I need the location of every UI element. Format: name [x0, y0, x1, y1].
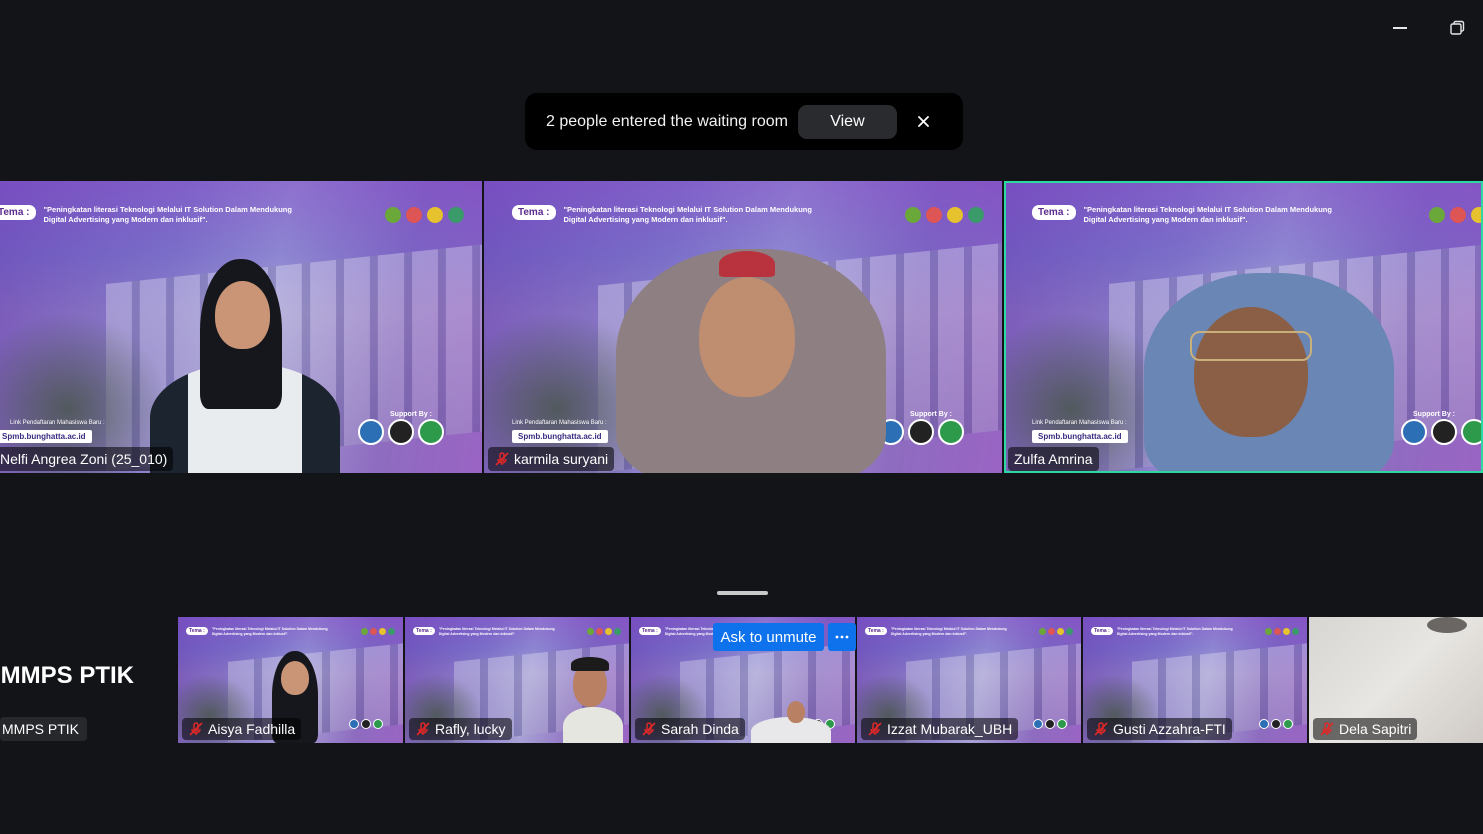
- strip-tile-izzat[interactable]: Tema : "Peningkatan literasi Teknologi Me…: [857, 617, 1081, 743]
- toast-close-button[interactable]: [915, 113, 933, 131]
- mic-muted-icon: [416, 722, 430, 736]
- support-label: Support By :: [910, 411, 952, 418]
- resize-handle[interactable]: [717, 591, 768, 595]
- waiting-room-toast: 2 people entered the waiting room View: [525, 93, 963, 150]
- participant-name-tag: Gusti Azzahra-FTI: [1087, 718, 1232, 740]
- support-icons: [358, 419, 444, 445]
- support-icons: [1401, 419, 1483, 445]
- participant-name-tag: Rafly, lucky: [409, 718, 512, 740]
- strip-tile-rafly[interactable]: Tema : "Peningkatan literasi Teknologi Me…: [405, 617, 629, 743]
- mic-muted-icon: [189, 722, 203, 736]
- participant-name: Nelfi Angrea Zoni (25_010): [0, 451, 168, 467]
- mic-muted-icon: [1094, 722, 1108, 736]
- tema-badge: Tema :: [1032, 205, 1076, 220]
- close-icon: [918, 116, 930, 127]
- participant-name-tag: Nelfi Angrea Zoni (25_010): [0, 447, 174, 471]
- link-label: Link Pendaftaran Mahasiswa Baru :: [1032, 420, 1127, 426]
- tema-badge: Tema :: [413, 627, 435, 635]
- ask-to-unmute-button[interactable]: Ask to unmute: [713, 623, 824, 651]
- mic-muted-icon: [495, 452, 509, 466]
- glasses: [1190, 331, 1312, 361]
- link-box: Spmb.bunghatta.ac.id: [0, 430, 92, 443]
- self-name-tag: MMPS PTIK: [0, 717, 88, 741]
- participant-name: Izzat Mubarak_UBH: [887, 721, 1013, 737]
- participant-name-tag: Dela Sapitri: [1313, 718, 1418, 740]
- theme-title: "Peningkatan literasi Teknologi Melalui …: [563, 205, 812, 224]
- participant-name: Gusti Azzahra-FTI: [1113, 721, 1226, 737]
- theme-title: "Peningkatan literasi Teknologi Melalui …: [211, 627, 328, 636]
- participant-video: [563, 707, 623, 743]
- participant-name: karmila suryani: [514, 451, 609, 467]
- theme-title: "Peningkatan literasi Teknologi Melalui …: [43, 205, 292, 224]
- tema-badge: Tema :: [0, 205, 36, 220]
- strip-tile-gusti[interactable]: Tema : "Peningkatan literasi Teknologi Me…: [1083, 617, 1307, 743]
- participant-name: Zulfa Amrina: [1014, 451, 1093, 467]
- theme-title: "Peningkatan literasi Teknologi Melalui …: [438, 627, 555, 636]
- theme-title: "Peningkatan literasi Teknologi Melalui …: [1116, 627, 1233, 636]
- participant-name: Dela Sapitri: [1339, 721, 1412, 737]
- mic-muted-icon: [642, 722, 656, 736]
- view-button[interactable]: View: [797, 104, 897, 139]
- video-tile-karmila[interactable]: Tema : "Peningkatan literasi Teknologi M…: [484, 181, 1002, 473]
- link-label: Link Pendaftaran Mahasiswa Baru :: [10, 420, 105, 426]
- tema-badge: Tema :: [639, 627, 661, 635]
- more-options-button[interactable]: [828, 623, 856, 651]
- logo-row: [385, 207, 464, 223]
- mic-muted-icon: [1320, 722, 1334, 736]
- restore-button[interactable]: [1443, 14, 1471, 42]
- participant-name-tag: Aisya Fadhilla: [182, 718, 302, 740]
- strip-tile-dela[interactable]: Dela Sapitri: [1309, 617, 1483, 743]
- participant-name: Sarah Dinda: [661, 721, 739, 737]
- link-box: Spmb.bunghatta.ac.id: [512, 430, 608, 443]
- toast-message: 2 people entered the waiting room: [546, 112, 788, 130]
- strip-tile-aisya[interactable]: Tema : "Peningkatan literasi Teknologi Me…: [178, 617, 403, 743]
- participant-name-tag: Sarah Dinda: [635, 718, 745, 740]
- tema-badge: Tema :: [512, 205, 556, 220]
- theme-title: "Peningkatan literasi Teknologi Melalui …: [1083, 205, 1332, 224]
- tema-badge: Tema :: [1091, 627, 1113, 635]
- minimize-icon: [1393, 27, 1407, 29]
- video-tile-nelfi[interactable]: Tema : "Peningkatan literasi Teknologi M…: [0, 181, 482, 473]
- link-label: Link Pendaftaran Mahasiswa Baru :: [512, 420, 607, 426]
- participant-name: Rafly, lucky: [435, 721, 506, 737]
- link-box: Spmb.bunghatta.ac.id: [1032, 430, 1128, 443]
- logo-row: [1429, 207, 1483, 223]
- minimize-button[interactable]: [1386, 14, 1414, 42]
- support-label: Support By :: [390, 411, 432, 418]
- tema-badge: Tema :: [865, 627, 887, 635]
- tema-badge: Tema :: [186, 627, 208, 635]
- mic-muted-icon: [868, 722, 882, 736]
- participant-name-tag: Zulfa Amrina: [1008, 447, 1099, 471]
- support-icons: [878, 419, 964, 445]
- self-name-large: IMMPS PTIK: [0, 662, 135, 689]
- support-label: Support By :: [1413, 411, 1455, 418]
- more-icon: [835, 635, 849, 639]
- restore-icon: [1450, 20, 1465, 35]
- participant-name: Aisya Fadhilla: [208, 721, 296, 737]
- logo-row: [905, 207, 984, 223]
- theme-title: "Peningkatan literasi Teknologi Melalui …: [890, 627, 1007, 636]
- participant-name-tag: Izzat Mubarak_UBH: [861, 718, 1019, 740]
- participant-name-tag: karmila suryani: [488, 447, 615, 471]
- video-tile-zulfa[interactable]: Tema : "Peningkatan literasi Teknologi M…: [1004, 181, 1483, 473]
